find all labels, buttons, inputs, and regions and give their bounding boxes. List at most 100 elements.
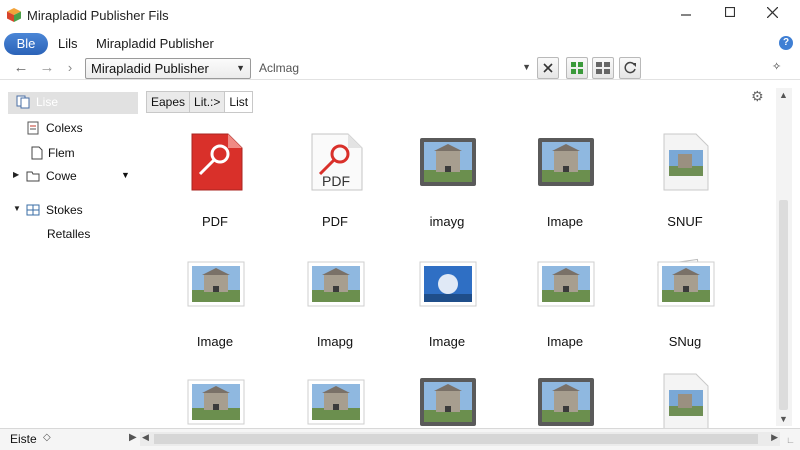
help-icon[interactable]: ? (779, 36, 793, 50)
scrollbar-thumb[interactable] (779, 200, 788, 410)
image-file-thumbnail (418, 372, 478, 432)
file-name-label: SNug (668, 334, 702, 349)
sidebar-item-label: Flem (48, 146, 75, 160)
file-name-label: imayg (429, 214, 465, 229)
file-name-label: Image (428, 334, 466, 349)
horizontal-scrollbar[interactable]: ◀ ▶ (140, 432, 780, 446)
vertical-scrollbar[interactable]: ▲ ▼ (776, 88, 792, 426)
image-file-thumbnail (656, 254, 716, 314)
pin-icon[interactable]: ✧ (772, 60, 781, 73)
file-name-label: SNUF (667, 214, 703, 229)
file-browser-window: Mirapladid Publisher Fils Ble Lils Mirap… (0, 0, 800, 450)
arrow-right-icon: → (39, 59, 55, 76)
refresh-button[interactable] (619, 57, 641, 79)
status-text: Eiste (10, 432, 37, 446)
recent-locations-button[interactable]: › (60, 58, 80, 78)
search-placeholder: Aclmag (259, 61, 300, 75)
image-file-thumbnail (656, 132, 716, 192)
search-history-chevron-icon[interactable]: ▼ (522, 62, 531, 72)
file-tile[interactable]: PDF PDF (280, 126, 390, 244)
image-file-thumbnail (536, 132, 596, 192)
folder-icon (26, 171, 40, 182)
menu-file[interactable]: Ble (4, 33, 48, 55)
toolbar: ← → › Mirapladid Publisher ▼ Aclmag ▼ ✧ (0, 56, 800, 80)
file-tile[interactable]: Imapg (280, 248, 390, 366)
back-button[interactable]: ← (11, 58, 31, 78)
sidebar-item-flem[interactable]: Flem (8, 143, 138, 165)
collapse-arrow-icon[interactable]: ▼ (13, 204, 21, 213)
arrow-left-icon: ← (13, 59, 29, 76)
minimize-icon (681, 14, 691, 16)
sidebar-item-label: Retalles (47, 227, 91, 241)
thumbnail-view-button[interactable] (592, 57, 614, 79)
image-file-thumbnail (656, 372, 716, 432)
file-tile[interactable]: Image (160, 248, 270, 366)
chevron-right-icon[interactable]: ▶ (129, 432, 137, 443)
scroll-up-icon[interactable]: ▲ (779, 90, 788, 100)
sidebar-item-cowe[interactable]: ▶ Cowe ▼ (8, 166, 138, 188)
image-file-thumbnail (418, 254, 478, 314)
scroll-right-icon[interactable]: ▶ (771, 432, 778, 443)
grid-view-button[interactable] (566, 57, 588, 79)
window-title: Mirapladid Publisher Fils (27, 8, 169, 23)
view-tabs: Eapes Lit.:> List (146, 91, 254, 113)
refresh-icon (624, 61, 636, 74)
file-tile[interactable]: Image (392, 248, 502, 366)
status-bar: Eiste ◇ ▶ ◀ ▶ ∟ (0, 428, 800, 450)
sidebar-item-label: Cowe (46, 169, 77, 183)
search-input[interactable]: Aclmag ▼ (253, 58, 531, 79)
file-name-label: PDF (322, 214, 348, 229)
image-file-thumbnail (186, 372, 246, 432)
file-name-label: Imapg (316, 334, 354, 349)
file-tile[interactable]: SNUF (630, 126, 740, 244)
grid-view-icon (571, 62, 583, 74)
scroll-down-icon[interactable]: ▼ (779, 414, 788, 424)
image-file-thumbnail (536, 372, 596, 432)
close-icon (766, 6, 778, 18)
thumbnail-view-icon (596, 62, 610, 74)
clear-search-button[interactable] (537, 57, 559, 79)
sidebar-item-stokes[interactable]: ▼ Stokes (8, 200, 138, 222)
forward-button[interactable]: → (37, 58, 57, 78)
sidebar-item-retalles[interactable]: Retalles (8, 224, 138, 246)
image-file-thumbnail (306, 254, 366, 314)
chevron-down-icon[interactable]: ▼ (121, 170, 130, 180)
sidebar-item-label: Stokes (46, 203, 83, 217)
scrollbar-thumb[interactable] (154, 434, 758, 444)
file-tile[interactable]: SNug (630, 248, 740, 366)
sidebar-item-label: Colexs (46, 121, 83, 135)
tab-lit[interactable]: Lit.:> (190, 91, 226, 113)
grid-icon (26, 204, 40, 216)
file-icon (31, 146, 43, 160)
file-name-label: Image (196, 334, 234, 349)
scroll-left-icon[interactable]: ◀ (142, 432, 149, 443)
minimize-button[interactable] (668, 0, 704, 24)
svg-text:PDF: PDF (322, 173, 350, 189)
sidebar-item-colexs[interactable]: Colexs (8, 118, 138, 140)
navigation-sidebar: Lise Colexs Flem ▶ Cowe ▼ ▼ Stokes Retal… (0, 88, 140, 428)
sidebar-item-lise[interactable]: Lise (8, 92, 138, 114)
sidebar-item-label: Lise (36, 95, 59, 109)
library-icon (16, 95, 30, 109)
expand-arrow-icon[interactable]: ▶ (13, 170, 19, 179)
menu-lils[interactable]: Lils (58, 33, 78, 55)
gear-icon[interactable]: ⚙ (751, 88, 767, 104)
tab-list[interactable]: List (225, 91, 254, 113)
file-tile[interactable]: Imape (510, 248, 620, 366)
file-name-label: Imape (546, 334, 584, 349)
menu-app[interactable]: Mirapladid Publisher (96, 33, 214, 55)
maximize-icon (725, 7, 735, 17)
close-button[interactable] (754, 0, 790, 24)
tab-eapes[interactable]: Eapes (146, 91, 191, 113)
location-dropdown[interactable]: Mirapladid Publisher ▼ (85, 58, 251, 79)
resize-grip-icon[interactable]: ∟ (786, 435, 795, 445)
file-tile[interactable]: PDF (160, 126, 270, 244)
file-tile[interactable]: imayg (392, 126, 502, 244)
maximize-button[interactable] (712, 0, 748, 24)
image-file-thumbnail (418, 132, 478, 192)
status-chevron-icon[interactable]: ◇ (43, 432, 51, 443)
chevron-right-icon: › (67, 60, 73, 75)
file-tile[interactable]: Imape (510, 126, 620, 244)
title-bar: Mirapladid Publisher Fils (0, 0, 800, 30)
file-grid-area: Eapes Lit.:> List ⚙ PDF PDF PDF imayg Imape S… (140, 88, 776, 431)
